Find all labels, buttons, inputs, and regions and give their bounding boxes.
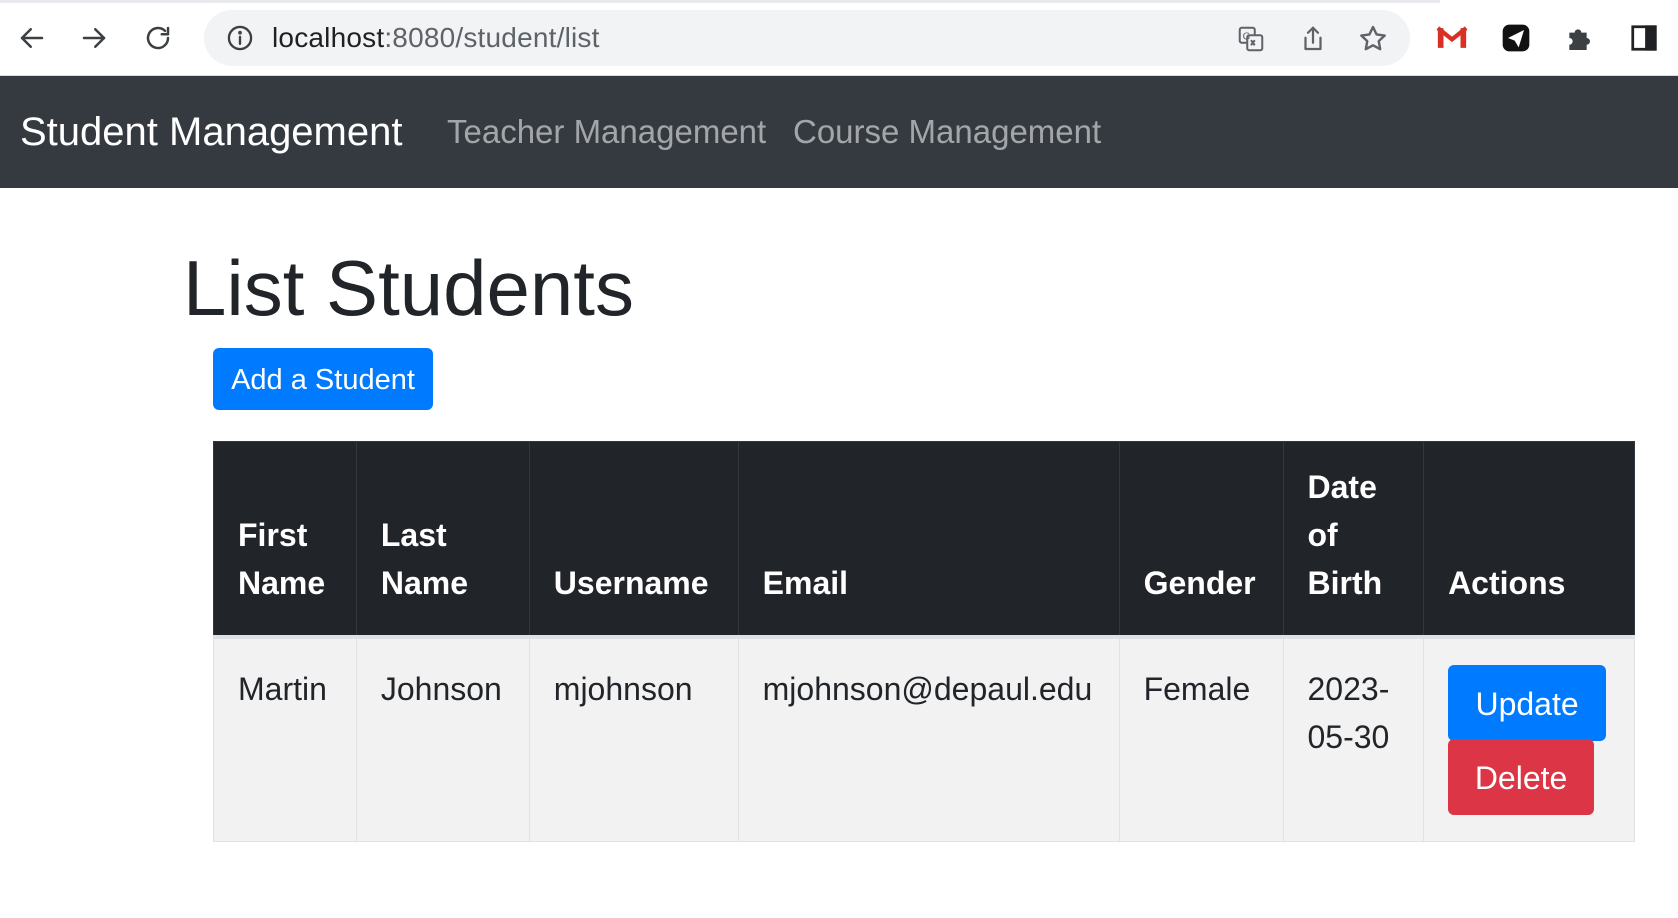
- header-email: Email: [737, 441, 1120, 637]
- cell-gender: Female: [1118, 636, 1284, 842]
- add-student-button[interactable]: Add a Student: [213, 348, 433, 410]
- header-date-of-birth: Date of Birth: [1282, 441, 1425, 637]
- page-title: List Students: [183, 244, 634, 332]
- url-host: localhost: [272, 22, 385, 53]
- puzzle-icon[interactable]: [1562, 20, 1598, 56]
- header-first-name: First Name: [213, 441, 357, 637]
- url-text[interactable]: localhost:8080/student/list: [272, 10, 600, 66]
- nav-link-course-management[interactable]: Course Management: [793, 76, 1101, 188]
- share-icon[interactable]: [1296, 22, 1330, 56]
- cell-username: mjohnson: [528, 636, 739, 842]
- update-button[interactable]: Update: [1448, 664, 1607, 741]
- students-table: First Name Last Name Username Email Gend…: [213, 441, 1635, 842]
- header-actions: Actions: [1423, 441, 1635, 637]
- cell-first-name: Martin: [213, 636, 357, 842]
- nav-link-teacher-management[interactable]: Teacher Management: [447, 76, 766, 188]
- tab-strip-edge: [0, 0, 1440, 3]
- navbar-brand-student-management[interactable]: Student Management: [20, 76, 402, 188]
- translate-icon[interactable]: G: [1234, 22, 1268, 56]
- header-gender: Gender: [1118, 441, 1284, 637]
- browser-toolbar: localhost:8080/student/list G: [0, 0, 1678, 76]
- reload-icon[interactable]: [138, 18, 178, 58]
- forward-arrow-icon[interactable]: [74, 18, 114, 58]
- address-bar[interactable]: localhost:8080/student/list G: [204, 10, 1410, 66]
- table-row: Martin Johnson mjohnson mjohnson@depaul.…: [213, 636, 1635, 842]
- svg-text:G: G: [1243, 32, 1251, 43]
- top-navbar: Student Management Teacher Management Co…: [0, 76, 1678, 188]
- cell-actions: Update Delete: [1423, 636, 1635, 842]
- info-icon[interactable]: [226, 24, 254, 52]
- url-path: :8080/student/list: [384, 22, 600, 53]
- delete-button[interactable]: Delete: [1448, 738, 1595, 815]
- back-arrow-icon[interactable]: [12, 18, 52, 58]
- header-username: Username: [528, 441, 739, 637]
- cell-last-name: Johnson: [355, 636, 530, 842]
- star-icon[interactable]: [1356, 22, 1390, 56]
- send-extension-icon[interactable]: [1498, 20, 1534, 56]
- gmail-icon[interactable]: [1434, 20, 1470, 56]
- cell-email: mjohnson@depaul.edu: [737, 636, 1120, 842]
- table-header: First Name Last Name Username Email Gend…: [213, 441, 1635, 637]
- side-panel-icon[interactable]: [1626, 20, 1662, 56]
- header-last-name: Last Name: [355, 441, 530, 637]
- cell-date-of-birth: 2023-05-30: [1282, 636, 1425, 842]
